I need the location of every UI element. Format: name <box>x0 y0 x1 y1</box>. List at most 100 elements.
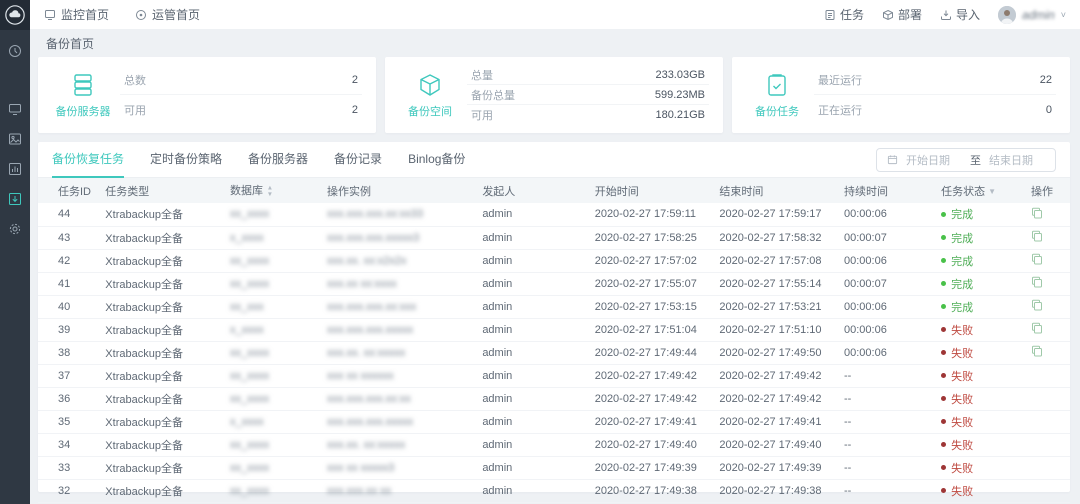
topbar-import-button[interactable]: 导入 <box>940 6 980 23</box>
monitor-home-icon <box>44 9 56 21</box>
cell-database-redacted: xx_xxxx <box>224 249 321 272</box>
cell-task-type: Xtrabackup全备 <box>99 272 224 295</box>
col-status: 任务状态▼ <box>935 178 1025 203</box>
tab-backup-servers[interactable]: 备份服务器 <box>248 142 308 178</box>
tab-scheduled-backup-policies[interactable]: 定时备份策略 <box>150 142 222 178</box>
col-task-id: 任务ID <box>38 178 99 203</box>
sidebar-item-reports[interactable] <box>0 154 30 184</box>
deploy-icon <box>882 9 894 21</box>
col-task-type: 任务类型 <box>99 178 224 203</box>
cell-status: 失败 <box>935 341 1025 364</box>
status-text: 失败 <box>951 483 973 499</box>
col-initiator: 发起人 <box>476 178 588 203</box>
cell-database-redacted: xx_xxxx <box>224 479 321 502</box>
cell-end-time: 2020-02-27 17:49:42 <box>713 364 838 387</box>
stat-available-space: 可用 180.21GB <box>467 105 709 125</box>
cell-initiator: admin <box>476 456 588 479</box>
app-logo[interactable] <box>0 0 30 30</box>
col-duration: 持续时间 <box>838 178 935 203</box>
stat-backup-total: 备份总量 599.23MB <box>467 85 709 105</box>
cell-instance-redacted: xxx.xxx.xxx.xxxxx <box>321 410 476 433</box>
stat-running: 正在运行 0 <box>814 95 1056 125</box>
copy-log-icon[interactable] <box>1031 210 1043 222</box>
topnav-ops-home[interactable]: 运管首页 <box>135 6 200 23</box>
task-table: 任务ID 任务类型 数据库▲▼ 操作实例 发起人 开始时间 结束时间 持续时间 … <box>38 178 1070 503</box>
cell-duration: -- <box>838 479 935 502</box>
task-table-body: 44 Xtrabackup全备 xx_xxxx xxx.xxx.xxx.xx:x… <box>38 203 1070 502</box>
status-dot-icon <box>941 350 946 355</box>
summary-cards: 备份服务器 总数 2 可用 2 备份空间 总量 233.03GB <box>38 57 1070 133</box>
cell-duration: 00:00:07 <box>838 226 935 249</box>
cell-end-time: 2020-02-27 17:55:14 <box>713 272 838 295</box>
col-action: 操作 <box>1025 178 1070 203</box>
copy-log-icon[interactable] <box>1031 302 1043 314</box>
topnav-monitor-home-label: 监控首页 <box>61 6 109 23</box>
user-menu[interactable]: admin ˅ <box>998 6 1066 24</box>
tab-backup-records[interactable]: 备份记录 <box>334 142 382 178</box>
cell-database-redacted: xx_xxxx <box>224 456 321 479</box>
sidebar-item-monitor[interactable] <box>0 94 30 124</box>
stat-value: 2 <box>352 74 358 86</box>
cell-database-redacted: xx_xxxx <box>224 203 321 226</box>
sidebar-item-instances[interactable] <box>0 124 30 154</box>
date-range-picker[interactable]: 开始日期 至 结束日期 <box>876 148 1056 172</box>
sidebar-item-backup[interactable] <box>0 184 30 214</box>
status-text: 失败 <box>951 322 973 338</box>
start-date-input[interactable]: 开始日期 <box>906 152 962 168</box>
status-badge: 失败 <box>941 368 973 384</box>
copy-log-icon[interactable] <box>1031 325 1043 337</box>
status-dot-icon <box>941 465 946 470</box>
image-card-icon <box>8 132 22 146</box>
status-dot-icon <box>941 396 946 401</box>
tab-bar: 备份恢复任务 定时备份策略 备份服务器 备份记录 Binlog备份 开始日期 至… <box>38 142 1070 178</box>
cell-task-id: 40 <box>38 295 99 318</box>
chevron-down-icon: ˅ <box>1061 10 1066 20</box>
clock-icon <box>8 44 22 58</box>
topbar-tasks-button[interactable]: 任务 <box>824 6 864 23</box>
cell-start-time: 2020-02-27 17:49:42 <box>589 364 714 387</box>
copy-log-icon[interactable] <box>1031 233 1043 245</box>
cell-task-type: Xtrabackup全备 <box>99 433 224 456</box>
ops-home-icon <box>135 9 147 21</box>
topnav-monitor-home[interactable]: 监控首页 <box>44 6 109 23</box>
cell-duration: 00:00:06 <box>838 249 935 272</box>
end-date-input[interactable]: 结束日期 <box>989 152 1045 168</box>
cell-action <box>1025 364 1070 387</box>
breadcrumb: 备份首页 <box>30 30 1080 57</box>
tasks-icon <box>824 9 836 21</box>
copy-log-icon[interactable] <box>1031 279 1043 291</box>
user-avatar-icon <box>998 6 1016 24</box>
cell-initiator: admin <box>476 318 588 341</box>
tab-backup-restore-tasks[interactable]: 备份恢复任务 <box>52 142 124 178</box>
topbar: 监控首页 运管首页 任务 部署 导入 admin ˅ <box>30 0 1080 30</box>
card-backup-servers-label: 备份服务器 <box>56 103 111 119</box>
filter-icon[interactable]: ▼ <box>988 188 996 196</box>
cell-action <box>1025 387 1070 410</box>
sort-icon[interactable]: ▲▼ <box>267 185 273 198</box>
status-text: 失败 <box>951 460 973 476</box>
cell-status: 失败 <box>935 318 1025 341</box>
cell-end-time: 2020-02-27 17:53:21 <box>713 295 838 318</box>
tab-binlog-backup[interactable]: Binlog备份 <box>408 142 465 178</box>
table-row: 33 Xtrabackup全备 xx_xxxx xxx xx xxxxx3 ad… <box>38 456 1070 479</box>
topbar-deploy-button[interactable]: 部署 <box>882 6 922 23</box>
username: admin <box>1022 8 1055 22</box>
cell-duration: -- <box>838 387 935 410</box>
status-badge: 失败 <box>941 460 973 476</box>
cell-instance-redacted: xxx.xxx.xxx.xxxxx <box>321 318 476 341</box>
copy-log-icon[interactable] <box>1031 348 1043 360</box>
sidebar-item-dashboard[interactable] <box>0 36 30 66</box>
cell-end-time: 2020-02-27 17:59:17 <box>713 203 838 226</box>
cell-start-time: 2020-02-27 17:51:04 <box>589 318 714 341</box>
status-badge: 完成 <box>941 276 973 292</box>
cell-status: 失败 <box>935 479 1025 502</box>
stat-label: 可用 <box>124 102 146 118</box>
copy-log-icon[interactable] <box>1031 256 1043 268</box>
sidebar-item-settings[interactable] <box>0 214 30 244</box>
cell-start-time: 2020-02-27 17:59:11 <box>589 203 714 226</box>
cell-start-time: 2020-02-27 17:49:38 <box>589 479 714 502</box>
card-backup-tasks: 备份任务 最近运行 22 正在运行 0 <box>732 57 1070 133</box>
status-badge: 失败 <box>941 391 973 407</box>
cell-duration: -- <box>838 364 935 387</box>
status-text: 完成 <box>951 253 973 269</box>
